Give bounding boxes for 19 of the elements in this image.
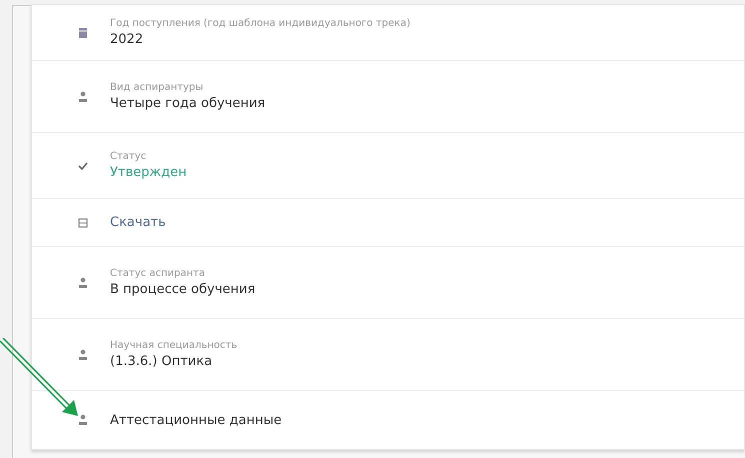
section-item[interactable]: Аттестационные данные: [110, 412, 282, 428]
field-label: Статус: [110, 151, 148, 162]
check-icon: [78, 162, 88, 170]
field-value: Четыре года обучения: [110, 96, 266, 111]
download-link[interactable]: Скачать: [110, 215, 166, 230]
field-label: Статус аспиранта: [110, 268, 206, 279]
status-value: Утвержден: [110, 165, 187, 180]
person-icon: [78, 276, 88, 288]
field-value: В процессе обучения: [110, 282, 256, 297]
person-icon: [78, 90, 88, 102]
field-label: Научная специальность: [110, 340, 238, 351]
person-icon: [78, 348, 88, 360]
field-value: 2022: [110, 32, 144, 47]
field-value: (1.3.6.) Оптика: [110, 354, 214, 369]
field-label: Год поступления (год шаблона индивидуального трека): [110, 18, 410, 29]
calendar-icon: [78, 26, 88, 38]
download-icon: [78, 218, 88, 228]
field-label: Вид аспирантуры: [110, 82, 204, 93]
person-icon: [78, 414, 88, 426]
